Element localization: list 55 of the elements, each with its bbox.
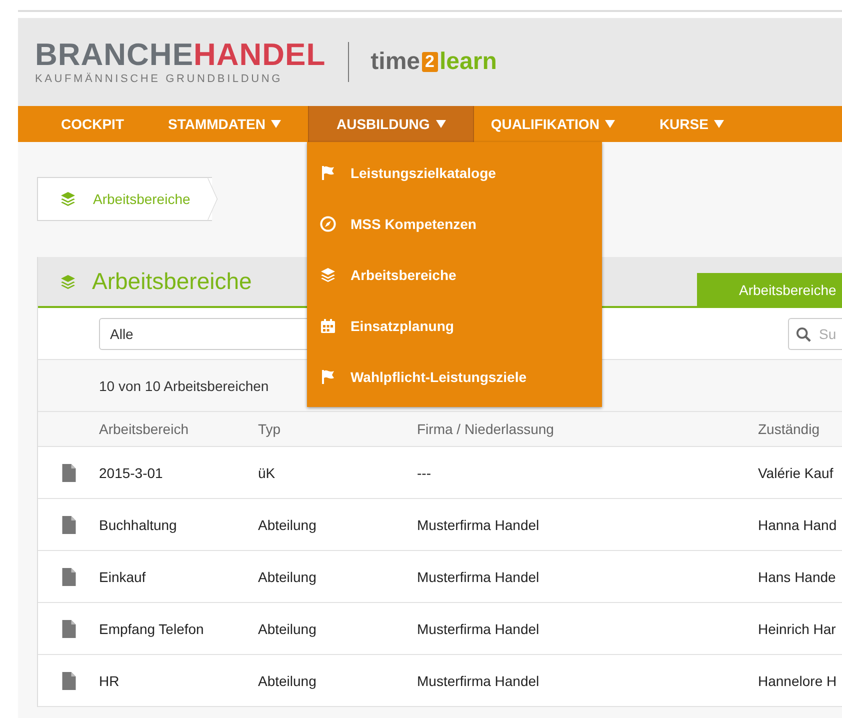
nav-item[interactable]: STAMMDATEN <box>151 106 308 142</box>
panel-tab[interactable]: Arbeitsbereiche <box>697 273 842 306</box>
compass-icon <box>320 216 336 232</box>
table-cell-text: Heinrich Har <box>758 620 837 636</box>
product-logo: time 2 learn <box>370 48 497 76</box>
layers-icon <box>60 191 76 207</box>
column-header: Zuständig <box>758 421 820 437</box>
table-cell-text: Musterfirma Handel <box>417 568 540 584</box>
flag-icon <box>320 164 336 180</box>
nav-item[interactable]: QUALIFIKATION <box>474 106 642 142</box>
search-field[interactable]: Su <box>788 318 842 350</box>
table-cell-text: Valérie Kauf <box>758 464 834 480</box>
document-icon <box>62 568 76 586</box>
menu-item[interactable]: Arbeitsbereiche <box>307 249 602 300</box>
flag-icon <box>320 368 336 384</box>
nav-item[interactable]: KURSE <box>642 106 752 142</box>
table-cell-text: HR <box>99 672 120 688</box>
layers-icon <box>60 274 76 290</box>
table-cell-text: Hanna Hand <box>758 516 838 532</box>
table-cell-text: Musterfirma Handel <box>417 620 540 636</box>
table-cell-text: Abteilung <box>258 568 318 584</box>
column-header: Arbeitsbereich <box>99 421 190 437</box>
table-cell-text: Hannelore H <box>758 672 838 688</box>
table-cell-text: Musterfirma Handel <box>417 672 540 688</box>
document-icon <box>62 620 76 638</box>
document-icon <box>62 516 76 534</box>
menu-item[interactable]: Leistungszielkataloge <box>307 147 602 198</box>
brand-tagline: KAUFMÄNNISCHE GRUNDBILDUNG <box>35 73 284 85</box>
table-cell-text: 2015-3-01 <box>99 464 164 480</box>
search-icon <box>796 326 811 342</box>
column-header: Typ <box>258 421 282 437</box>
table-cell-text: Abteilung <box>258 672 318 688</box>
caret-icon <box>605 120 616 128</box>
table-cell-text: Einkauf <box>99 568 147 584</box>
document-icon <box>62 464 76 482</box>
brand-logo: BRANCHEHANDEL <box>35 39 326 70</box>
layers-icon <box>320 266 336 282</box>
panel-title: Arbeitsbereiche <box>92 268 252 295</box>
document-icon <box>62 672 76 690</box>
table-cell-text: Hans Hande <box>758 568 837 584</box>
table-cell-text: --- <box>417 464 432 480</box>
table-cell-text: üK <box>258 464 276 480</box>
table-cell-text: Buchhaltung <box>99 516 178 532</box>
table-cell-text: Musterfirma Handel <box>417 516 540 532</box>
column-header: Firma / Niederlassung <box>417 421 555 437</box>
table-cell-text: Abteilung <box>258 516 318 532</box>
caret-icon <box>436 120 446 128</box>
calendar-icon <box>320 318 336 334</box>
caret-icon <box>714 120 724 128</box>
caret-icon <box>271 120 282 128</box>
menu-item[interactable]: MSS Kompetenzen <box>307 198 602 249</box>
nav-item[interactable]: AUSBILDUNG <box>308 106 474 142</box>
table-cell-text: Abteilung <box>258 620 318 636</box>
nav-item[interactable]: COCKPIT <box>44 106 151 142</box>
table-cell-text: Empfang Telefon <box>99 620 205 636</box>
